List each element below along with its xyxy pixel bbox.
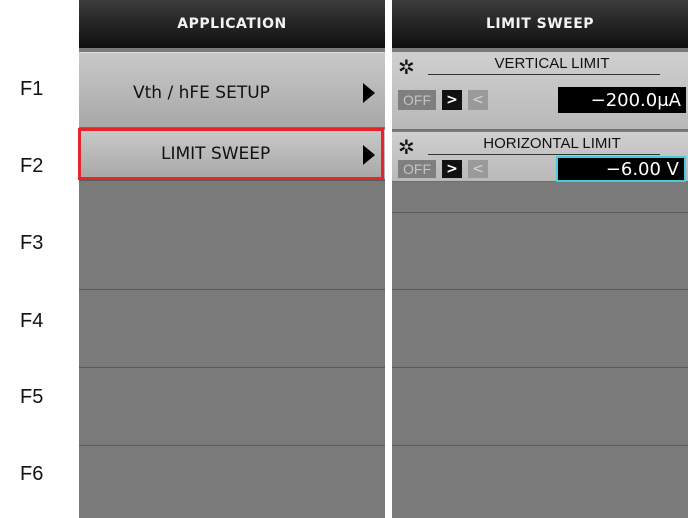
horizontal-less-button[interactable]: < (468, 160, 488, 178)
vertical-less-button[interactable]: < (468, 90, 488, 110)
separator (79, 367, 385, 368)
vth-hfe-setup-label: Vth / hFE SETUP (133, 83, 270, 103)
limit-sweep-panel: LIMIT SWEEP ✲ VERTICAL LIMIT OFF > < −20… (392, 0, 688, 518)
vertical-limit-block[interactable]: ✲ VERTICAL LIMIT OFF > < −200.0μA (392, 52, 688, 130)
panel-divider (385, 0, 392, 518)
triangle-right-icon (363, 83, 375, 103)
fkey-f5: F5 (20, 386, 44, 408)
limit-sweep-header: LIMIT SWEEP (392, 0, 688, 48)
fkey-f1: F1 (20, 78, 44, 100)
separator (79, 180, 385, 181)
fkey-f4: F4 (20, 310, 44, 332)
horizontal-off-button[interactable]: OFF (398, 160, 436, 178)
separator (79, 445, 385, 446)
vertical-greater-button[interactable]: > (442, 90, 462, 110)
separator (392, 289, 688, 290)
fkey-f3: F3 (20, 232, 44, 254)
fkey-f2: F2 (20, 155, 44, 177)
gear-icon: ✲ (398, 135, 415, 159)
horizontal-greater-button[interactable]: > (442, 160, 462, 178)
separator (392, 445, 688, 446)
separator (392, 367, 688, 368)
title-underline (428, 154, 660, 155)
vertical-off-button[interactable]: OFF (398, 90, 436, 110)
horizontal-limit-block[interactable]: ✲ HORIZONTAL LIMIT OFF > < −6.00 V (392, 132, 688, 182)
fkey-f6: F6 (20, 463, 44, 485)
selection-highlight (78, 128, 384, 180)
separator (392, 212, 688, 213)
horizontal-limit-value[interactable]: −6.00 V (556, 156, 686, 182)
title-underline (428, 74, 660, 75)
vertical-limit-value[interactable]: −200.0μA (558, 87, 686, 113)
vertical-limit-title: VERTICAL LIMIT (494, 55, 610, 72)
application-panel: APPLICATION Vth / hFE SETUP LIMIT SWEEP (79, 0, 385, 518)
gear-icon: ✲ (398, 55, 415, 79)
vth-hfe-setup-button[interactable]: Vth / hFE SETUP (79, 52, 385, 128)
horizontal-limit-title: HORIZONTAL LIMIT (483, 135, 621, 152)
application-header: APPLICATION (79, 0, 385, 48)
separator (79, 289, 385, 290)
